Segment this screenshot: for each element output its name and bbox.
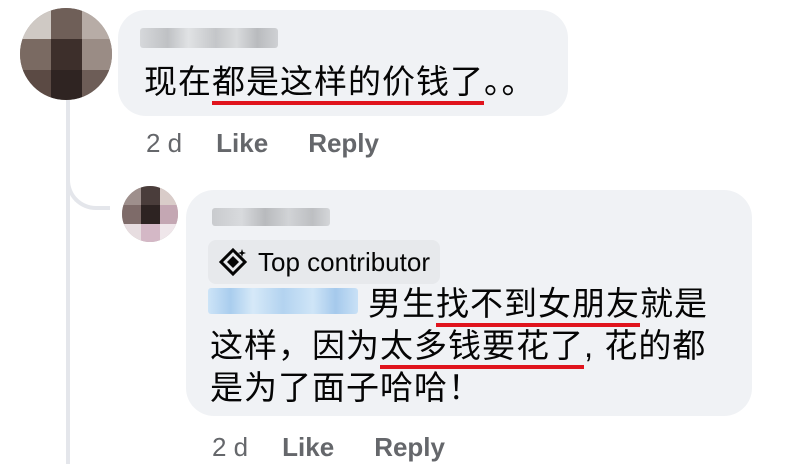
avatar-pixel: [122, 224, 141, 242]
comment-timestamp[interactable]: 2 d: [212, 432, 248, 463]
comment-text-part: 是为了面子哈哈！: [210, 369, 482, 406]
like-button[interactable]: Like: [282, 432, 334, 463]
avatar-pixel: [82, 8, 112, 39]
avatar-pixel: [51, 70, 82, 100]
top-contributor-badge[interactable]: Top contributor: [208, 240, 440, 284]
avatar-pixel: [141, 224, 160, 242]
top-contributor-icon: [218, 247, 248, 277]
avatar-pixel: [122, 205, 141, 224]
comment-text-part: 现在: [144, 63, 212, 100]
avatar-pixel: [160, 224, 178, 242]
comment-text-part: 。。: [484, 63, 536, 100]
avatar-pixel: [160, 186, 178, 205]
comment-text-part: 男生: [368, 285, 436, 322]
avatar-pixel: [20, 70, 51, 100]
highlighted-text: 太多钱要花了: [380, 327, 584, 369]
avatar[interactable]: [122, 186, 178, 242]
comment-text: 这样，因为太多钱要花了, 花的都: [210, 324, 707, 369]
avatar-pixel: [51, 39, 82, 70]
comment-actions: 2 d Like Reply: [212, 432, 485, 463]
avatar-pixel: [141, 186, 160, 205]
comment-text-part: 这样，因为: [210, 327, 380, 364]
comment-text: 男生找不到女朋友就是: [368, 282, 708, 327]
comment-text-part: , 花的都: [584, 327, 707, 364]
avatar-pixel: [20, 8, 51, 39]
mention-redacted[interactable]: [208, 288, 358, 314]
reply-connector: [66, 150, 110, 210]
comment-actions: 2 d Like Reply: [146, 128, 419, 159]
highlighted-text: 都是这样的价钱了: [212, 63, 484, 105]
avatar[interactable]: [20, 8, 112, 100]
badge-label: Top contributor: [258, 246, 430, 277]
comment-text-part: 就是: [640, 285, 708, 322]
avatar-pixel: [82, 39, 112, 70]
like-button[interactable]: Like: [216, 128, 268, 159]
comment-text: 现在都是这样的价钱了。。: [144, 60, 536, 105]
reply-button[interactable]: Reply: [374, 432, 445, 463]
avatar-pixel: [20, 39, 51, 70]
avatar-pixel: [122, 186, 141, 205]
author-name-redacted[interactable]: [140, 28, 278, 48]
comment-text: 是为了面子哈哈！: [210, 366, 482, 410]
author-name-redacted[interactable]: [212, 208, 330, 226]
avatar-pixel: [141, 205, 160, 224]
highlighted-text: 找不到女朋友: [436, 285, 640, 327]
avatar-pixel: [82, 70, 112, 100]
reply-button[interactable]: Reply: [308, 128, 379, 159]
avatar-pixel: [160, 205, 178, 224]
comment-timestamp[interactable]: 2 d: [146, 128, 182, 159]
avatar-pixel: [51, 8, 82, 39]
